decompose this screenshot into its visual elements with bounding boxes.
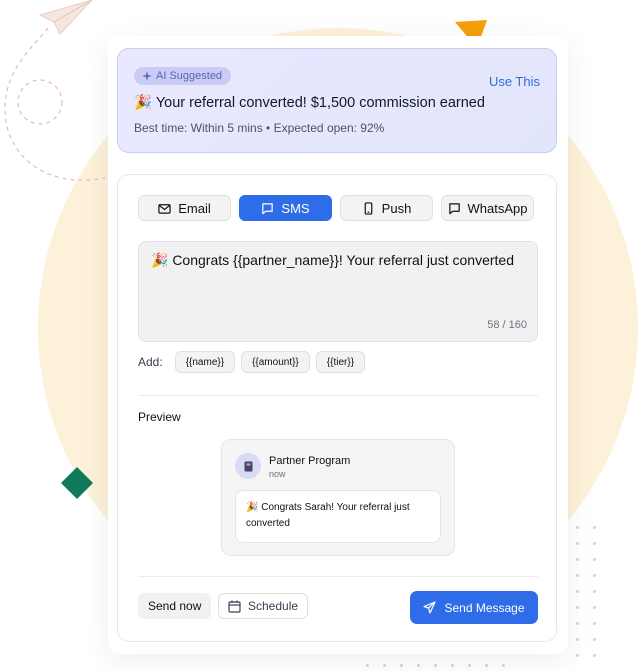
tab-whatsapp-label: WhatsApp: [467, 200, 528, 216]
add-variable-label: Add:: [138, 355, 163, 369]
tab-sms-label: SMS: [281, 200, 310, 216]
tab-sms[interactable]: SMS: [239, 195, 332, 221]
send-now-button[interactable]: Send now: [138, 593, 212, 619]
dot-row-decoration: [366, 664, 505, 667]
preview-message-bubble: 🎉 Congrats Sarah! Your referral just con…: [235, 490, 441, 543]
message-text: 🎉 Congrats {{partner_name}}! Your referr…: [151, 252, 514, 268]
ai-suggestion-banner: AI Suggested Use This 🎉 Your referral co…: [117, 48, 557, 153]
tab-push-label: Push: [381, 200, 412, 216]
app-icon: [244, 461, 252, 471]
schedule-label: Schedule: [248, 599, 299, 613]
sender-avatar: [235, 453, 261, 479]
character-counter: 58 / 160: [487, 319, 527, 331]
message-textarea[interactable]: 🎉 Congrats {{partner_name}}! Your referr…: [138, 241, 538, 342]
send-icon: [423, 601, 437, 614]
ai-suggested-message: 🎉 Your referral converted! $1,500 commis…: [134, 95, 485, 111]
tab-push[interactable]: Push: [340, 195, 433, 221]
sparkle-icon: [142, 71, 152, 81]
chat-icon: [448, 202, 460, 214]
variable-chip-name[interactable]: {{name}}: [174, 351, 236, 373]
paper-plane-icon: [4, 0, 106, 181]
ai-suggested-badge: AI Suggested: [134, 67, 232, 85]
channel-tabs: Email SMS Push WhatsApp: [138, 195, 534, 221]
variable-chip-amount[interactable]: {{amount}}: [241, 351, 310, 373]
variable-chips-row: Add: {{name}} {{amount}} {{tier}}: [138, 351, 366, 373]
use-this-link[interactable]: Use This: [489, 74, 540, 89]
preview-heading: Preview: [138, 410, 181, 424]
phone-icon: [364, 201, 373, 215]
section-divider: [138, 395, 538, 396]
tab-email[interactable]: Email: [138, 195, 231, 221]
mail-icon: [158, 203, 171, 214]
ai-badge-label: AI Suggested: [156, 70, 223, 82]
tab-whatsapp[interactable]: WhatsApp: [441, 195, 534, 221]
dot-grid-decoration: [576, 526, 596, 657]
diamond-decoration: [61, 467, 93, 499]
composer-panel: Email SMS Push WhatsApp 🎉 Congrats {{par…: [117, 174, 557, 642]
calendar-icon: [228, 600, 241, 613]
preview-time: now: [269, 469, 286, 479]
variable-chip-tier[interactable]: {{tier}}: [315, 351, 366, 373]
preview-notification: Partner Program now 🎉 Congrats Sarah! Yo…: [221, 439, 455, 556]
tab-email-label: Email: [178, 200, 211, 216]
footer-divider: [138, 576, 538, 577]
schedule-button[interactable]: Schedule: [218, 593, 309, 619]
send-message-button[interactable]: Send Message: [410, 591, 538, 624]
composer-footer: Send now Schedule Send Message: [138, 591, 538, 624]
preview-sender: Partner Program: [269, 455, 351, 467]
send-message-label: Send Message: [444, 600, 525, 615]
ai-suggestion-meta: Best time: Within 5 mins • Expected open…: [134, 121, 385, 135]
message-icon: [262, 202, 274, 214]
